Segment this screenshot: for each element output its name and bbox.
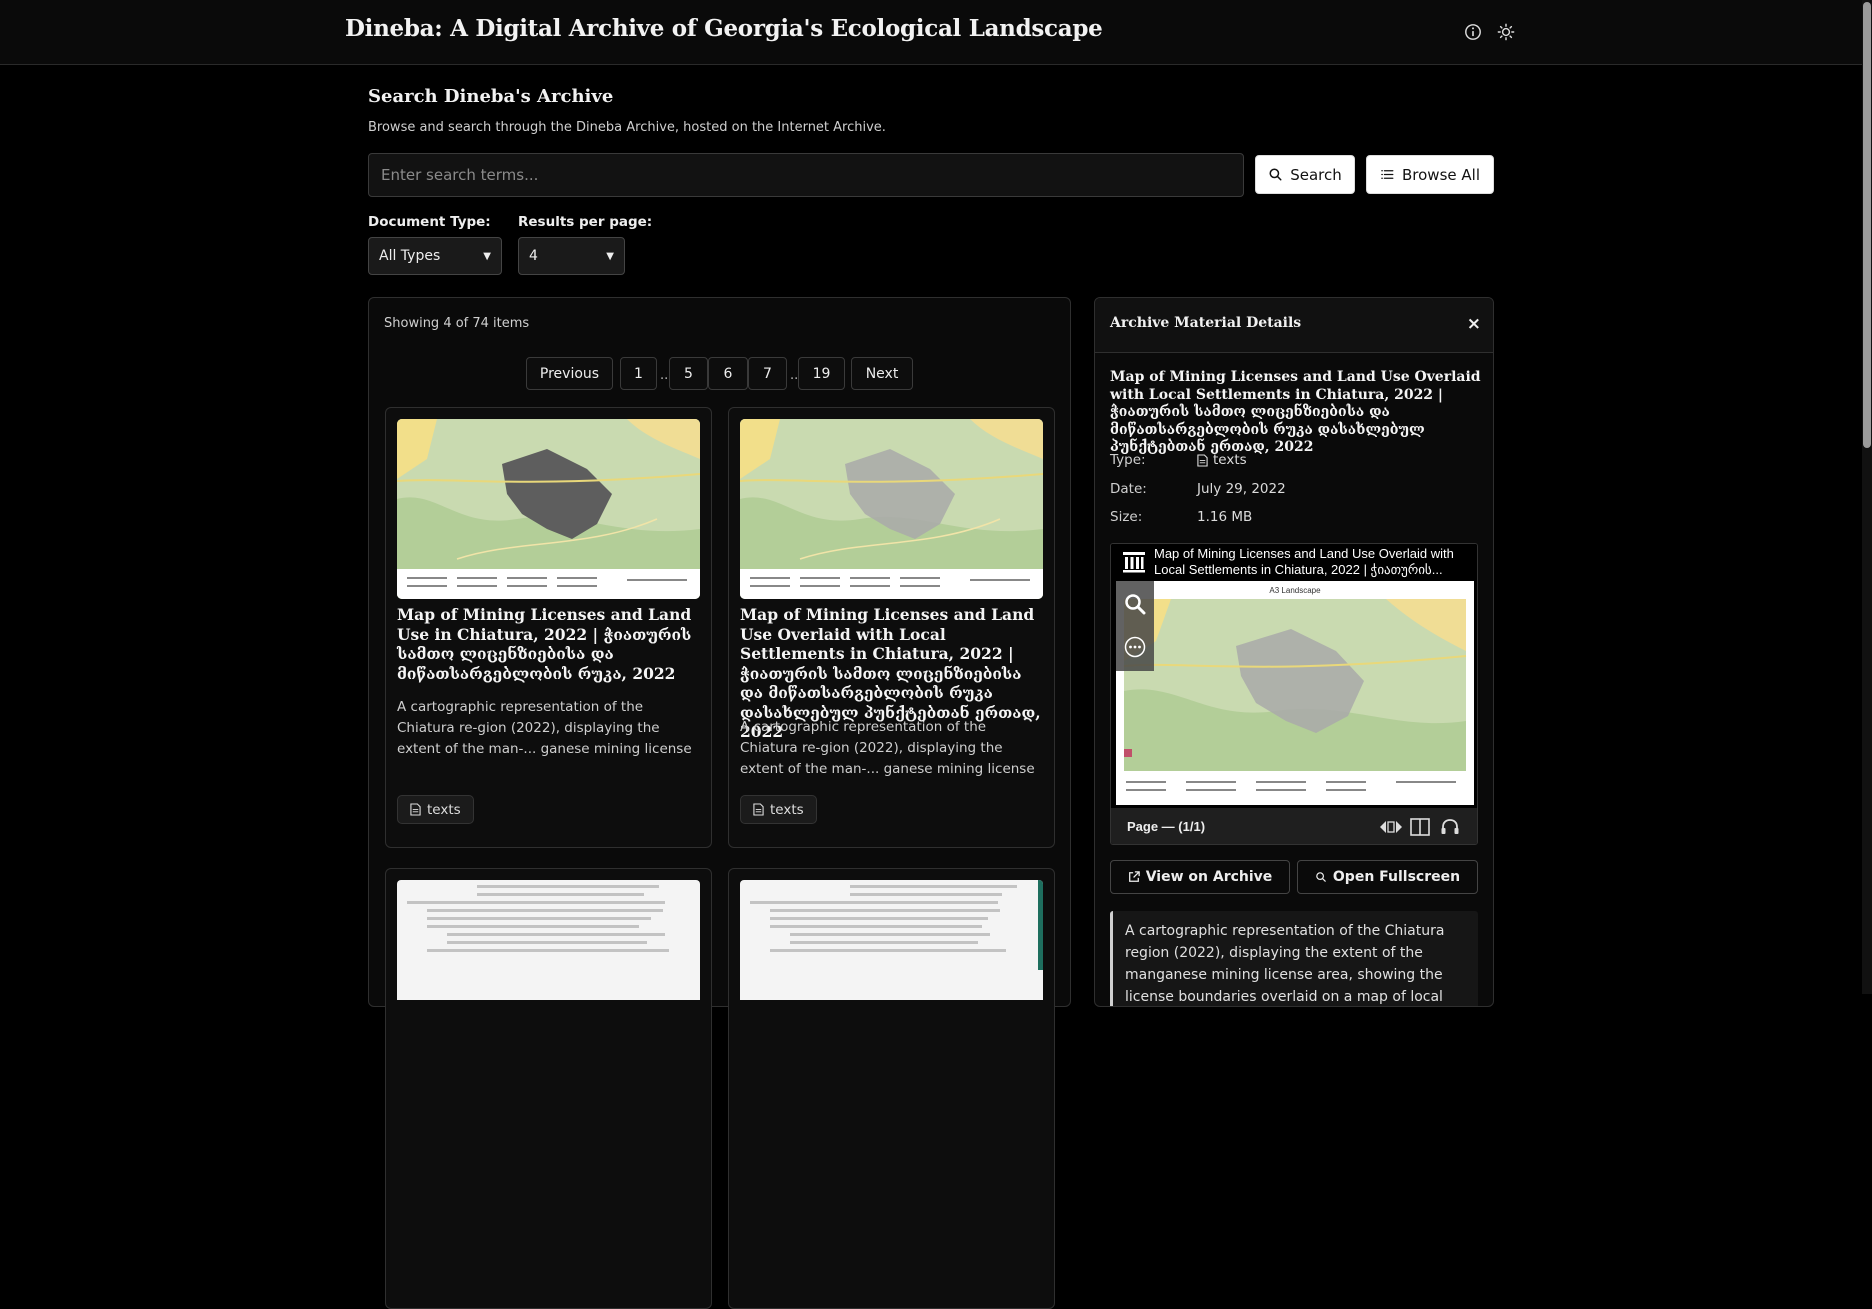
viewer-page-label: Page — (1/1) [1127, 819, 1206, 834]
viewer-toolbar: Page — (1/1) [1111, 808, 1477, 844]
two-page-view-icon[interactable] [1410, 818, 1430, 836]
document-type-label: Document Type: [368, 214, 491, 230]
external-link-icon [1128, 871, 1140, 882]
results-per-page-label: Results per page: [518, 214, 653, 230]
search-heading: Search Dineba's Archive [368, 86, 614, 107]
date-label: Date: [1110, 481, 1147, 497]
page-button-1[interactable]: 1 [620, 357, 657, 390]
details-heading: Archive Material Details [1110, 315, 1302, 331]
list-icon [1381, 170, 1394, 179]
search-button[interactable]: Search [1255, 155, 1355, 194]
result-card[interactable] [385, 868, 712, 1309]
chevron-down-icon: ▼ [483, 250, 491, 262]
details-header: Archive Material Details × [1095, 298, 1493, 353]
document-type-value: All Types [379, 248, 441, 264]
card-description: A cartographic representation of the Chi… [397, 699, 692, 757]
type-tag-label: texts [427, 801, 461, 818]
archive-details-panel: Archive Material Details × Map of Mining… [1094, 297, 1494, 1007]
page-scrollbar[interactable] [1862, 0, 1872, 994]
document-thumbnail [740, 880, 1043, 1000]
archive-logo-icon [1123, 552, 1145, 573]
sun-icon[interactable] [1497, 23, 1515, 41]
view-on-archive-button[interactable]: View on Archive [1110, 860, 1290, 894]
page-button-5[interactable]: 5 [669, 357, 708, 390]
zoom-search-icon[interactable] [1124, 593, 1146, 615]
results-panel: Showing 4 of 74 items Previous 1 ... 5 6… [368, 297, 1071, 1309]
search-input[interactable] [368, 153, 1244, 197]
search-icon [1269, 168, 1282, 181]
map-heading: A3 Landscape [1269, 586, 1321, 595]
result-card[interactable] [728, 868, 1055, 1309]
search-icon [1316, 872, 1326, 882]
browse-all-label: Browse All [1402, 165, 1480, 184]
browse-all-button[interactable]: Browse All [1366, 155, 1494, 194]
map-thumbnail [397, 419, 700, 599]
chevron-down-icon: ▼ [606, 250, 614, 262]
card-title[interactable]: Map of Mining Licenses and Land Use in C… [397, 605, 702, 683]
open-fullscreen-label: Open Fullscreen [1332, 869, 1461, 885]
type-tag: texts [740, 795, 817, 824]
result-card[interactable]: Map of Mining Licenses and Land Use Over… [728, 407, 1055, 848]
document-icon [1197, 453, 1208, 467]
headphones-icon[interactable] [1440, 818, 1460, 836]
type-value-text: texts [1213, 452, 1247, 468]
document-thumbnail [397, 880, 700, 1000]
embedded-document-viewer[interactable]: Map of Mining Licenses and Land Use Over… [1110, 543, 1478, 845]
info-icon[interactable] [1464, 23, 1482, 41]
details-description: A cartographic representation of the Chi… [1110, 911, 1478, 1006]
page-flip-icon[interactable] [1379, 819, 1403, 835]
search-subtitle: Browse and search through the Dineba Arc… [368, 120, 886, 135]
map-thumbnail [740, 419, 1043, 599]
next-page-button[interactable]: Next [851, 357, 913, 390]
open-fullscreen-button[interactable]: Open Fullscreen [1297, 860, 1478, 894]
close-icon[interactable]: × [1467, 314, 1481, 334]
search-button-label: Search [1290, 165, 1342, 184]
viewer-header: Map of Mining Licenses and Land Use Over… [1111, 544, 1477, 580]
view-on-archive-label: View on Archive [1145, 869, 1273, 885]
size-label: Size: [1110, 509, 1143, 525]
page-button-7[interactable]: 7 [748, 357, 787, 390]
card-description: A cartographic representation of the Chi… [740, 719, 1035, 777]
site-title: Dineba: A Digital Archive of Georgia's E… [345, 15, 1103, 42]
size-value: 1.16 MB [1197, 509, 1253, 525]
document-type-select[interactable]: All Types ▼ [368, 237, 502, 275]
results-count: Showing 4 of 74 items [384, 316, 530, 331]
results-per-page-select[interactable]: 4 ▼ [518, 237, 625, 275]
type-value: texts [1197, 452, 1247, 468]
viewer-tool-strip [1116, 581, 1154, 671]
viewer-title: Map of Mining Licenses and Land Use Over… [1154, 546, 1454, 577]
document-icon [753, 803, 764, 816]
top-bar: Dineba: A Digital Archive of Georgia's E… [0, 0, 1862, 65]
results-per-page-value: 4 [529, 248, 538, 264]
type-tag-label: texts [770, 801, 804, 818]
scrollbar-thumb[interactable] [1863, 2, 1871, 448]
result-card[interactable]: Map of Mining Licenses and Land Use in C… [385, 407, 712, 848]
page-button-6[interactable]: 6 [708, 357, 748, 390]
viewer-page-image: A3 Landscape [1116, 581, 1474, 805]
page-button-19[interactable]: 19 [798, 357, 845, 390]
type-tag: texts [397, 795, 474, 824]
previous-page-button[interactable]: Previous [526, 357, 613, 390]
type-label: Type: [1110, 452, 1146, 468]
date-value: July 29, 2022 [1197, 481, 1286, 497]
document-icon [410, 803, 421, 816]
more-options-icon[interactable] [1124, 636, 1146, 658]
details-item-title: Map of Mining Licenses and Land Use Over… [1110, 369, 1481, 455]
